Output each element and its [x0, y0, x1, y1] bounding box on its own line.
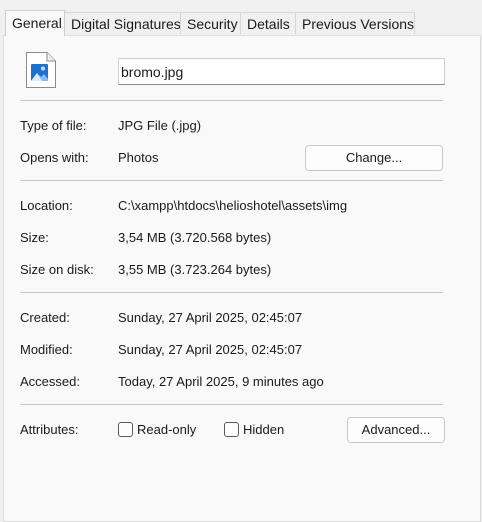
accessed-value: Today, 27 April 2025, 9 minutes ago: [118, 374, 324, 389]
tab-digital-signatures[interactable]: Digital Signatures: [64, 12, 181, 34]
file-name-input[interactable]: [118, 58, 445, 85]
accessed-label: Accessed:: [20, 374, 80, 389]
separator: [20, 404, 443, 405]
general-tab-panel: [3, 35, 481, 522]
image-file-icon: [26, 52, 56, 88]
size-on-disk-label: Size on disk:: [20, 262, 94, 277]
file-properties-window: General Digital Signatures Security Deta…: [0, 0, 482, 522]
tab-bar: General Digital Signatures Security Deta…: [0, 0, 482, 36]
size-value: 3,54 MB (3.720.568 bytes): [118, 230, 272, 245]
size-label: Size:: [20, 230, 49, 245]
size-on-disk-value: 3,55 MB (3.723.264 bytes): [118, 262, 272, 277]
separator: [20, 100, 443, 101]
read-only-label[interactable]: Read-only: [137, 422, 196, 437]
location-value: C:\xampp\htdocs\helioshotel\assets\img: [118, 198, 348, 213]
opens-with-label: Opens with:: [20, 150, 89, 165]
hidden-label[interactable]: Hidden: [243, 422, 284, 437]
location-label: Location:: [20, 198, 73, 213]
hidden-checkbox[interactable]: [224, 422, 239, 437]
separator: [20, 180, 443, 181]
type-of-file-value: JPG File (.jpg): [118, 118, 202, 133]
modified-value: Sunday, 27 April 2025, 02:45:07: [118, 342, 303, 357]
created-value: Sunday, 27 April 2025, 02:45:07: [118, 310, 303, 325]
advanced-button[interactable]: Advanced...: [347, 417, 445, 443]
tab-general[interactable]: General: [5, 10, 65, 36]
modified-label: Modified:: [20, 342, 73, 357]
opens-with-value: Photos: [118, 150, 159, 165]
tab-security[interactable]: Security: [180, 12, 241, 34]
created-label: Created:: [20, 310, 70, 325]
read-only-checkbox[interactable]: [118, 422, 133, 437]
tab-details[interactable]: Details: [240, 12, 296, 34]
change-button[interactable]: Change...: [305, 145, 443, 171]
attributes-label: Attributes:: [20, 422, 79, 437]
type-of-file-label: Type of file:: [20, 118, 87, 133]
separator: [20, 292, 443, 293]
tab-previous-versions[interactable]: Previous Versions: [295, 12, 415, 34]
